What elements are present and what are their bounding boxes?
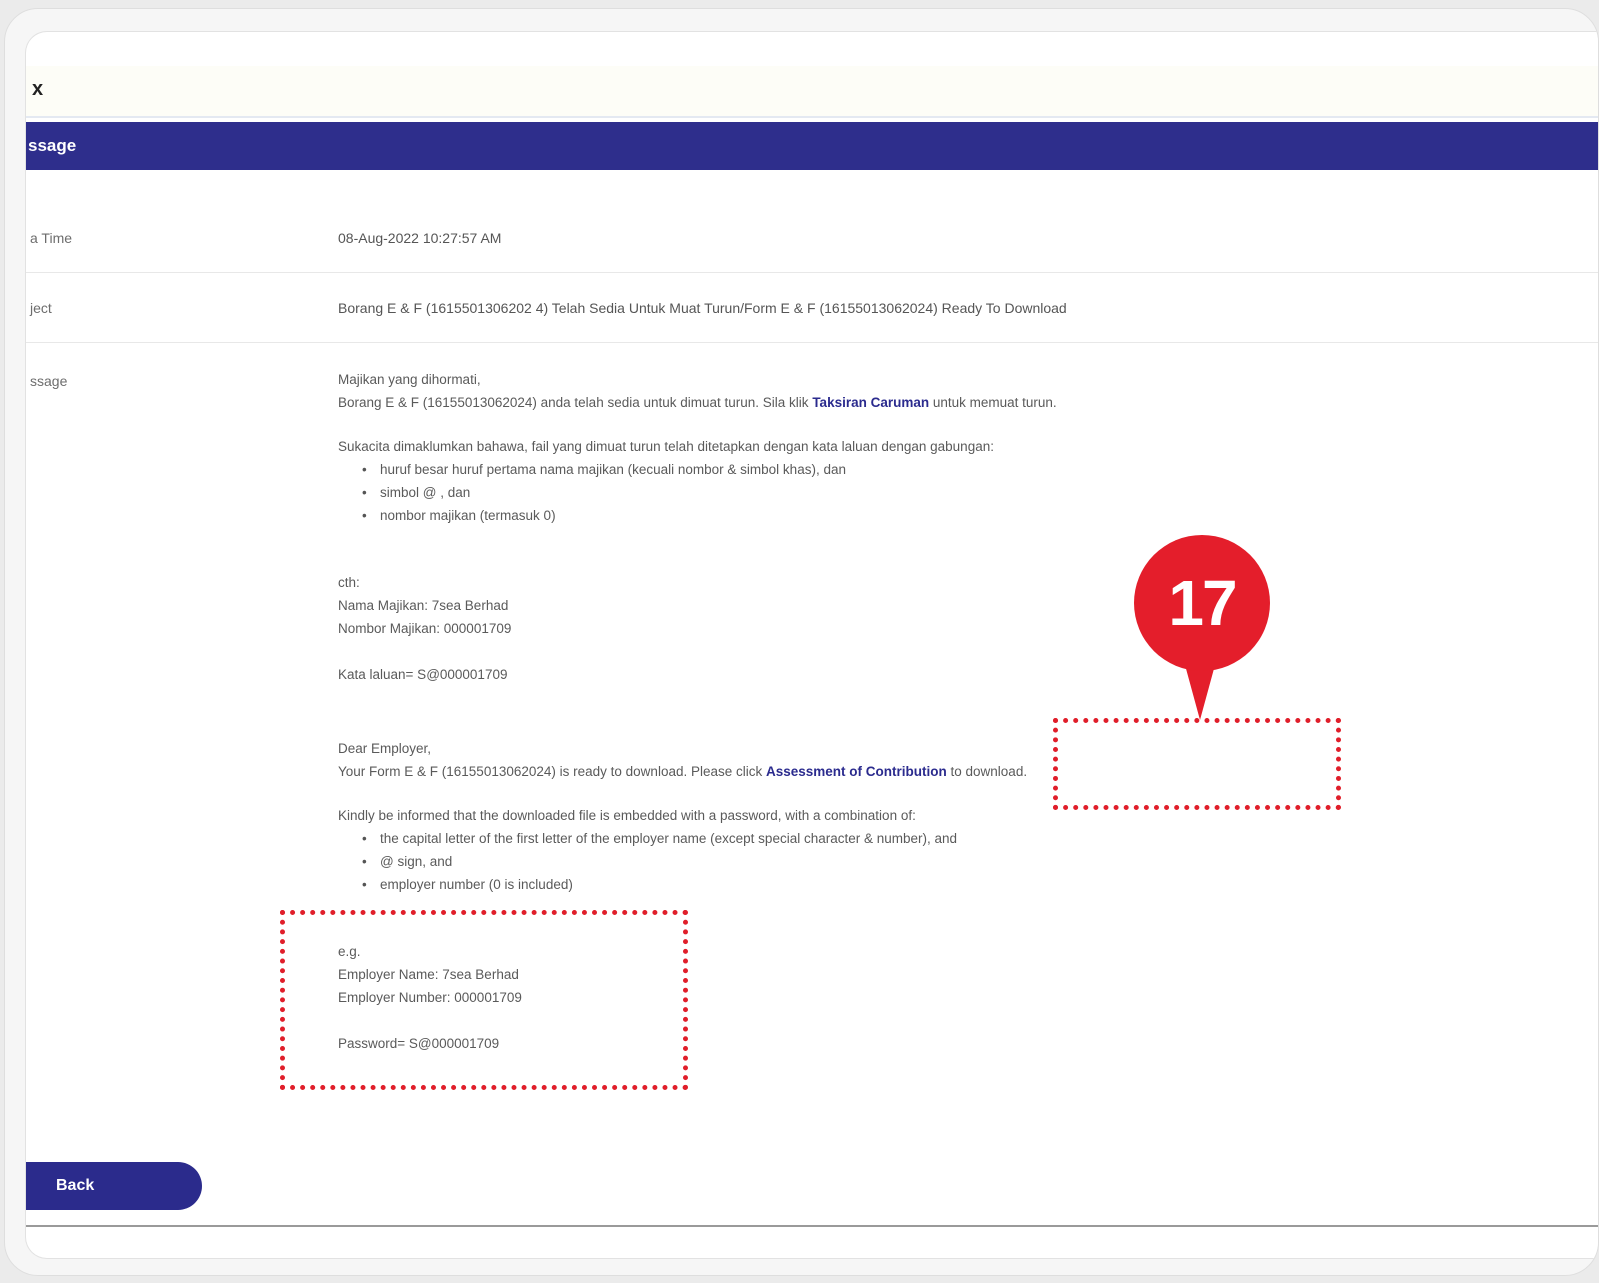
subject-value: Borang E & F (1615501306202 4) Telah Sed… <box>338 300 1067 316</box>
list-item: huruf besar huruf pertama nama majikan (… <box>358 458 1057 481</box>
screenshot-frame: x ssage a Time 08-Aug-2022 10:27:57 AM j… <box>4 8 1599 1276</box>
message-body-ms: Majikan yang dihormati, Borang E & F (16… <box>338 368 1057 686</box>
datetime-value: 08-Aug-2022 10:27:57 AM <box>338 230 502 246</box>
download-line-ms: Borang E & F (16155013062024) anda telah… <box>338 391 1057 414</box>
example-name-ms: Nama Majikan: 7sea Berhad <box>338 598 509 613</box>
section-header: ssage <box>26 122 1598 170</box>
message-panel: x ssage a Time 08-Aug-2022 10:27:57 AM j… <box>25 31 1598 1259</box>
footer-divider <box>26 1225 1598 1227</box>
greeting-en: Dear Employer, <box>338 741 432 756</box>
window-title: x <box>32 78 44 100</box>
greeting-ms: Majikan yang dihormati, <box>338 372 481 387</box>
window-title-bar: x <box>26 66 1598 118</box>
password-intro-en: Kindly be informed that the downloaded f… <box>338 808 916 823</box>
download-text-end-ms: untuk memuat turun. <box>929 395 1057 410</box>
list-item: nombor majikan (termasuk 0) <box>358 504 1057 527</box>
password-rules-en: the capital letter of the first letter o… <box>358 827 1027 896</box>
password-rules-ms: huruf besar huruf pertama nama majikan (… <box>358 458 1057 527</box>
password-example-highlight-box <box>280 910 688 1090</box>
assessment-of-contribution-link[interactable]: Assessment of Contribution <box>766 764 947 779</box>
download-text-ms: Borang E & F (16155013062024) anda telah… <box>338 395 813 410</box>
taksiran-caruman-link[interactable]: Taksiran Caruman <box>812 395 929 410</box>
subject-label: ject <box>30 300 52 316</box>
list-item: the capital letter of the first letter o… <box>358 827 1027 850</box>
download-text-en: Your Form E & F (16155013062024) is read… <box>338 764 766 779</box>
password-intro-ms: Sukacita dimaklumkan bahawa, fail yang d… <box>338 439 994 454</box>
download-text-end-en: to download. <box>946 764 1028 779</box>
download-line-en: Your Form E & F (16155013062024) is read… <box>338 760 1027 783</box>
message-label: ssage <box>30 373 68 389</box>
example-number-ms: Nombor Majikan: 000001709 <box>338 621 512 636</box>
example-label-ms: cth: <box>338 575 360 590</box>
list-item: @ sign, and <box>358 850 1027 873</box>
list-item: employer number (0 is included) <box>358 873 1027 896</box>
list-item: simbol @ , dan <box>358 481 1057 504</box>
datetime-label: a Time <box>30 230 73 246</box>
divider <box>26 272 1598 273</box>
example-password-ms: Kata laluan= S@000001709 <box>338 667 508 682</box>
back-button[interactable]: Back <box>26 1162 202 1210</box>
divider <box>26 342 1598 343</box>
section-header-title: ssage <box>28 136 77 155</box>
link-highlight-box <box>1053 718 1341 810</box>
step-number-badge: 17 <box>1134 535 1270 671</box>
